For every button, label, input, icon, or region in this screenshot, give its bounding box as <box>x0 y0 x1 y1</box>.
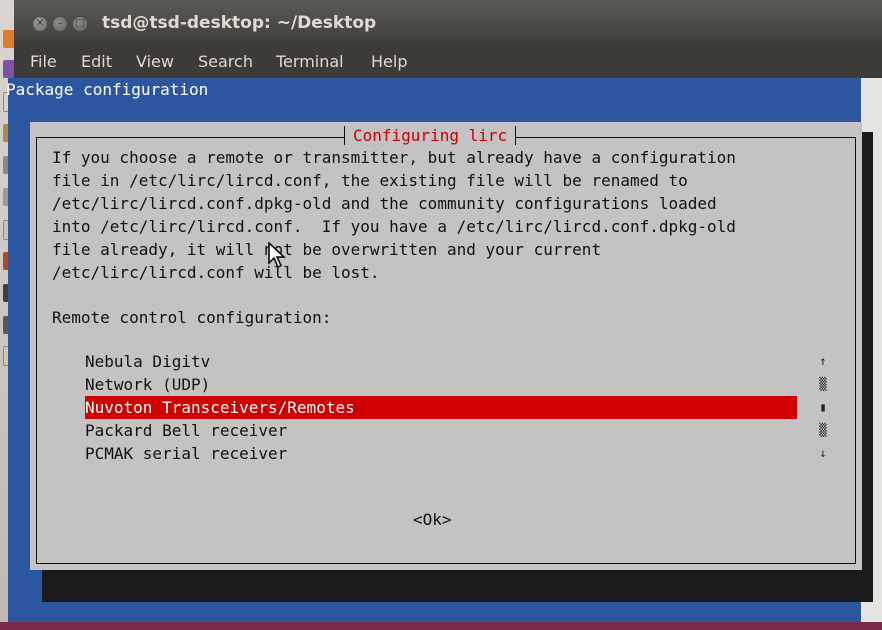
remote-config-prompt: Remote control configuration: <box>52 308 332 327</box>
menubar: File Edit View Search Terminal Help <box>14 46 882 78</box>
dialog-body-line: file already, it will not be overwritten… <box>52 240 602 259</box>
ok-button[interactable]: <Ok> <box>413 510 452 529</box>
option-nebula-digitv[interactable]: Nebula Digitv <box>85 350 210 373</box>
dialog-body-line: If you choose a remote or transmitter, b… <box>52 148 736 167</box>
scroll-track[interactable]: ▒ <box>818 419 828 442</box>
maximize-icon[interactable]: □ <box>72 16 88 32</box>
scroll-thumb[interactable]: ▮ <box>818 396 828 419</box>
option-network-udp[interactable]: Network (UDP) <box>85 373 210 396</box>
dialog-body-line: /etc/lirc/lircd.conf.dpkg-old and the co… <box>52 194 717 213</box>
package-configuration-header: Package configuration <box>6 80 209 99</box>
menu-help[interactable]: Help <box>371 52 407 71</box>
option-nuvoton-selected[interactable]: Nuvoton Transceivers/Remotes <box>85 396 797 419</box>
option-pcmak-serial[interactable]: PCMAK serial receiver <box>85 442 287 465</box>
menu-file[interactable]: File <box>30 52 57 71</box>
window-title: tsd@tsd-desktop: ~/Desktop <box>102 13 377 33</box>
scroll-track[interactable]: ▒ <box>818 373 828 396</box>
window-titlebar[interactable]: ✕ – □ tsd@tsd-desktop: ~/Desktop <box>14 0 882 46</box>
menu-search[interactable]: Search <box>198 52 253 71</box>
menu-terminal[interactable]: Terminal <box>276 52 344 71</box>
close-icon[interactable]: ✕ <box>32 16 48 32</box>
dialog-body-line: file in /etc/lirc/lircd.conf, the existi… <box>52 171 688 190</box>
scroll-down-arrow-icon[interactable]: ↓ <box>818 442 828 465</box>
mouse-pointer-icon <box>268 242 286 268</box>
option-packard-bell[interactable]: Packard Bell receiver <box>85 419 287 442</box>
bottom-edge <box>0 622 882 630</box>
menu-view[interactable]: View <box>136 52 174 71</box>
dialog-title: Configuring lirc <box>344 126 517 145</box>
scroll-up-arrow-icon[interactable]: ↑ <box>818 350 828 373</box>
minimize-icon[interactable]: – <box>52 16 68 32</box>
dialog-body-line: into /etc/lirc/lircd.conf. If you have a… <box>52 217 736 236</box>
menu-edit[interactable]: Edit <box>81 52 112 71</box>
dialog-body-line: /etc/lirc/lircd.conf will be lost. <box>52 263 380 282</box>
